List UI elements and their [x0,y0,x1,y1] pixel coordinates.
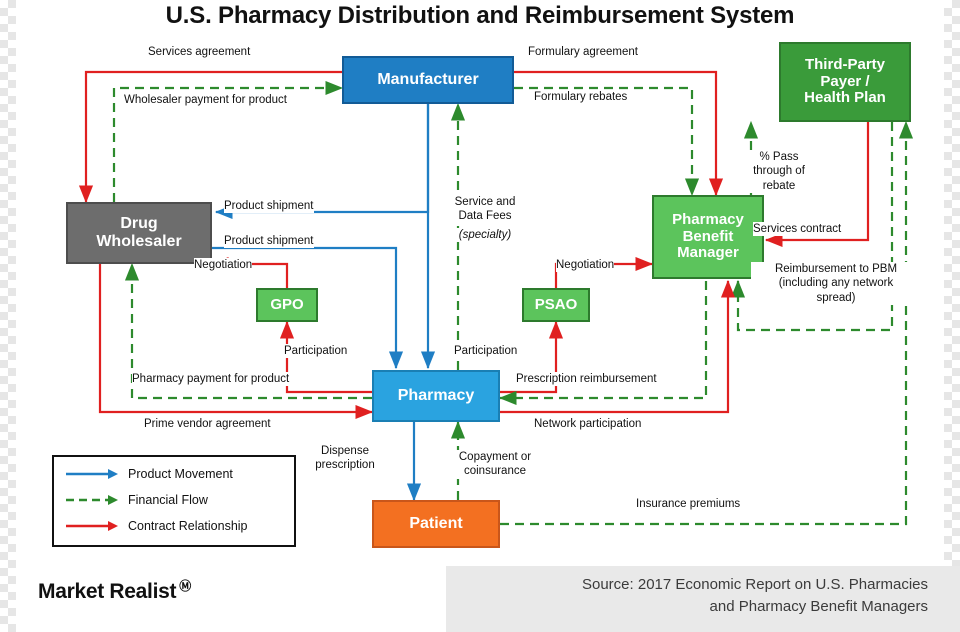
legend: Product Movement Financial Flow Contract… [52,455,296,547]
edge-label-pass-through-rebate: % Pass through of rebate [743,150,815,194]
edge-label-services-contract: Services contract [753,222,842,237]
node-pbm-label: Pharmacy Benefit Manager [672,210,744,262]
node-third-party-payer[interactable]: Third-Party Payer / Health Plan [779,42,911,122]
source-caption: Source: 2017 Economic Report on U.S. Pha… [581,576,928,615]
node-manufacturer-label: Manufacturer [377,71,479,89]
edge-label-insurance-premiums: Insurance premiums [636,497,741,512]
node-drug-wholesaler[interactable]: Drug Wholesaler [66,202,212,264]
node-psao-label: PSAO [534,295,578,313]
edge-label-prescription-reimbursement: Prescription reimbursement [516,372,657,387]
brand-name: Market Realist [38,580,177,603]
edge-label-participation-right: Participation [454,344,518,359]
node-patient[interactable]: Patient [372,500,500,548]
node-pharmacy[interactable]: Pharmacy [372,370,500,422]
edge-label-pharmacy-payment: Pharmacy payment for product [132,372,290,387]
node-gpo-label: GPO [270,295,304,313]
registered-mark-icon: Ⓜ [179,579,191,593]
edge-label-dispense-prescription: Dispense prescription [294,444,396,473]
node-pharmacy-benefit-manager[interactable]: Pharmacy Benefit Manager [652,195,764,279]
edge-label-participation-left: Participation [284,344,348,359]
edge-label-network-participation: Network participation [534,417,642,432]
legend-arrow-financial-flow [66,495,118,505]
node-psao[interactable]: PSAO [522,288,590,322]
legend-item-product-movement: Product Movement [64,467,233,481]
brand-logo: Market Realist Ⓜ [38,577,191,604]
legend-arrow-product-movement [66,469,118,479]
page-title: U.S. Pharmacy Distribution and Reimburse… [165,2,795,29]
edge-label-services-agreement: Services agreement [148,46,251,58]
edge-label-service-and-data-fees-specialty: (specialty) [442,228,528,243]
edge-label-negotiation-left: Negotiation [194,258,253,273]
edge-label-reimbursement-to-pbm: Reimbursement to PBM (including any netw… [751,262,921,306]
edge-label-negotiation-right: Negotiation [556,258,615,273]
edge-label-formulary-agreement: Formulary agreement [528,46,638,58]
edge-label-wholesaler-payment: Wholesaler payment for product [124,93,287,108]
edge-label-copayment-or-coinsurance: Copayment or coinsurance [440,450,550,479]
node-gpo[interactable]: GPO [256,288,318,322]
legend-label-product-movement: Product Movement [128,467,233,481]
legend-arrow-contract-relationship [66,521,118,531]
edge-label-prime-vendor-agreement: Prime vendor agreement [144,417,271,432]
legend-label-financial-flow: Financial Flow [128,493,208,507]
edge-label-service-and-data-fees: Service and Data Fees [442,195,528,224]
node-third-party-payer-label: Third-Party Payer / Health Plan [804,55,886,107]
edge-label-product-shipment-2: Product shipment [224,234,314,249]
legend-label-contract-relationship: Contract Relationship [128,519,248,533]
diagram-canvas: U.S. Pharmacy Distribution and Reimburse… [16,0,960,632]
node-pharmacy-label: Pharmacy [397,387,475,405]
node-drug-wholesaler-label: Drug Wholesaler [96,215,182,250]
legend-item-financial-flow: Financial Flow [64,493,208,507]
edge-label-formulary-rebates: Formulary rebates [534,90,628,105]
node-patient-label: Patient [409,515,463,533]
node-manufacturer[interactable]: Manufacturer [342,56,514,104]
edge-label-product-shipment-1: Product shipment [224,199,314,214]
legend-item-contract-relationship: Contract Relationship [64,519,248,533]
